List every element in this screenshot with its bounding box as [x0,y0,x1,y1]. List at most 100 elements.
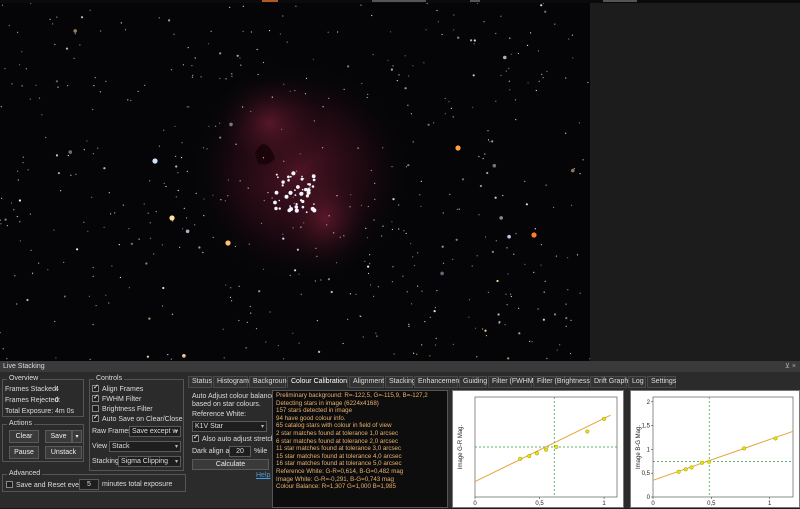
star [527,82,529,84]
star [468,316,470,318]
dark-align-stepper[interactable]: 20 [229,446,251,457]
star [17,179,19,181]
data-point [585,429,590,434]
pause-button[interactable]: Pause [9,446,39,459]
stacked-image-viewer[interactable] [0,3,590,361]
help-link[interactable]: Help [256,472,270,479]
checkbox-icon[interactable] [6,481,13,488]
unstack-button[interactable]: Unstack [45,446,82,459]
star [396,80,398,82]
data-point [689,465,694,470]
tab-stacking[interactable]: Stacking [385,376,416,388]
star [167,354,169,356]
log-line: 94 have good colour info. [276,414,346,422]
save-reset-checkbox[interactable]: Save and Reset every [6,481,85,489]
star [195,192,197,194]
save-button[interactable]: Save [45,430,72,443]
data-point [527,454,532,459]
star [108,192,110,194]
tab-settings[interactable]: Settings [647,376,676,388]
star [304,93,307,95]
star [63,261,65,263]
auto-save-checkbox[interactable]: Auto Save on Clear/Close [92,413,183,423]
cluster-star [295,203,298,206]
tab-alignment[interactable]: Alignment [349,376,384,388]
star [191,76,193,78]
star [114,212,116,214]
view-select[interactable]: Stack ▾ [109,441,181,452]
tab-guiding[interactable]: Guiding [459,376,487,388]
star [482,328,484,330]
auto-stretch-checkbox[interactable]: Also auto adjust stretch [192,433,275,443]
star [484,236,487,238]
star [535,89,537,92]
tab-status[interactable]: Status [188,376,212,388]
star [505,293,507,295]
star [219,122,221,124]
star [21,51,23,53]
star [565,303,567,305]
data-point [602,416,607,421]
stacking-select[interactable]: Sigma Clipping ▾ [118,456,181,467]
star [4,68,6,70]
star [419,194,421,196]
star [429,316,431,318]
align-frames-checkbox[interactable]: Align Frames [92,383,143,393]
tab-log[interactable]: Log [628,376,646,388]
star [518,307,520,309]
star [407,104,409,106]
tab-enhancement[interactable]: Enhancement [414,376,461,388]
star [229,122,233,127]
star [262,157,265,159]
checkbox-icon[interactable] [92,383,99,392]
checkbox-icon[interactable] [92,405,99,412]
star [322,147,324,149]
cluster-star [278,207,281,210]
brightness-filter-checkbox[interactable]: Brightness Filter [92,405,153,413]
star [26,298,29,302]
star [180,157,183,159]
checkbox-icon[interactable] [192,433,199,442]
checkbox-icon[interactable] [92,413,99,422]
checkbox-icon[interactable] [92,393,99,402]
clear-button[interactable]: Clear [9,430,39,443]
star [245,347,247,349]
reference-white-select[interactable]: K1V Star ▾ [192,421,267,432]
star [543,291,545,293]
star [314,280,316,282]
star [186,170,188,172]
chevron-down-icon: ▾ [174,459,178,465]
star [412,65,414,67]
fwhm-filter-checkbox[interactable]: FWHM Filter [92,393,141,403]
star [530,32,532,34]
star [294,90,296,92]
raw-frames-select[interactable]: Save except w ▾ [129,426,181,437]
pin-close-icon[interactable]: ⊻ × [785,362,796,370]
tab-drift-graph[interactable]: Drift Graph [590,376,628,388]
star [371,14,373,17]
star [45,136,47,139]
star [227,195,229,197]
star [540,244,543,246]
dark-align-label: Dark align at [192,448,232,455]
tab-histogram[interactable]: Histogram [213,376,249,388]
tab-colour-calibration[interactable]: Colour Calibration [287,376,348,388]
save-reset-stepper[interactable]: 5 [79,479,99,490]
star [277,344,279,347]
star [486,171,489,175]
tab-filter-brightness[interactable]: Filter (Brightness) [533,376,592,388]
calibration-log[interactable]: Preliminary background: R=-122,5, G=-115… [272,390,448,508]
log-line: Colour Balance: R=1,307 G=1,000 B=1,985 [276,483,396,491]
star [21,85,23,87]
log-line: 65 catalog stars with colour in field of… [276,422,392,430]
star [495,32,497,35]
star [497,313,500,316]
tab-filter-fwhm[interactable]: Filter (FWHM) [488,376,536,388]
star [441,33,443,36]
calculate-button[interactable]: Calculate [192,459,269,470]
tab-background[interactable]: Background [249,376,290,388]
star [509,89,511,91]
star [124,29,127,31]
save-dropdown-icon[interactable]: ▾ [72,430,82,443]
save-reset-value: 5 [87,481,91,488]
